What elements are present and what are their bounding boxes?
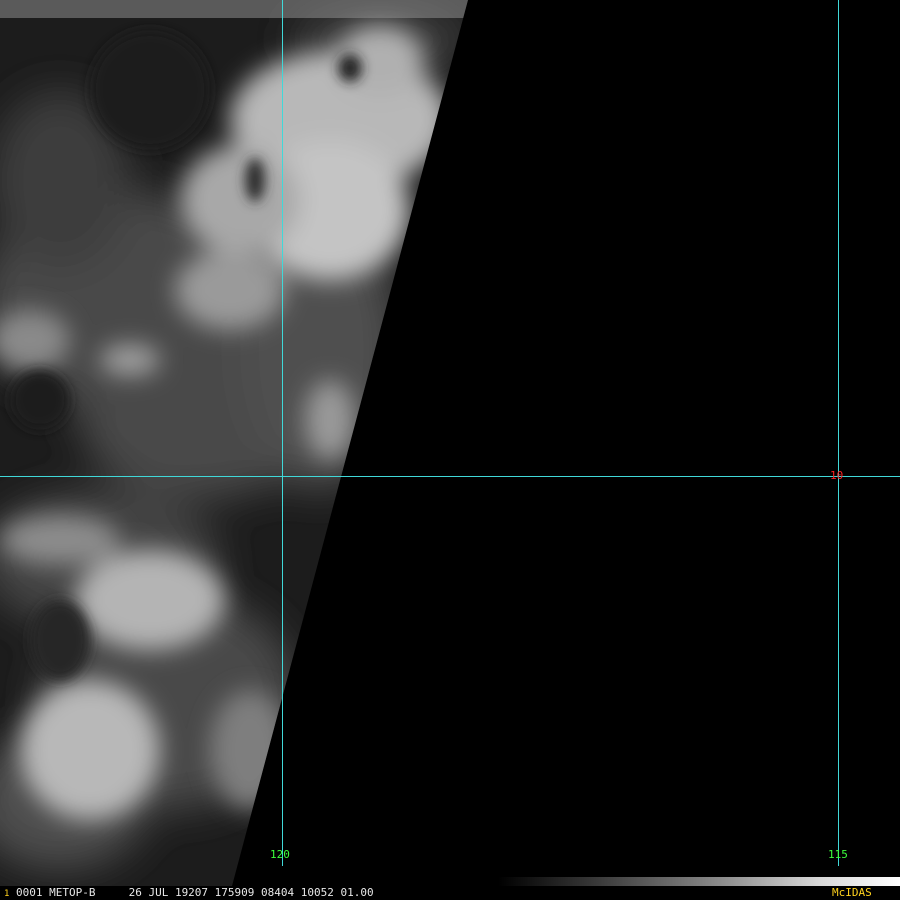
longitude-label-120: 120 (270, 848, 290, 861)
status-text: 0001 METOP-B 26 JUL 19207 175909 08404 1… (16, 886, 374, 899)
satellite-imagery (0, 0, 900, 886)
gray-scale-bar (498, 877, 900, 886)
frame-marker: 1 (4, 889, 10, 899)
longitude-label-115: 115 (828, 848, 848, 861)
cloud-swath (0, 0, 468, 886)
latitude-label-10: 10 (830, 469, 844, 482)
satellite-image-viewport[interactable]: 120 115 10 (0, 0, 900, 900)
mcidas-logo: McIDAS (832, 886, 872, 899)
status-bar: 1 0001 METOP-B 26 JUL 19207 175909 08404… (0, 886, 900, 900)
